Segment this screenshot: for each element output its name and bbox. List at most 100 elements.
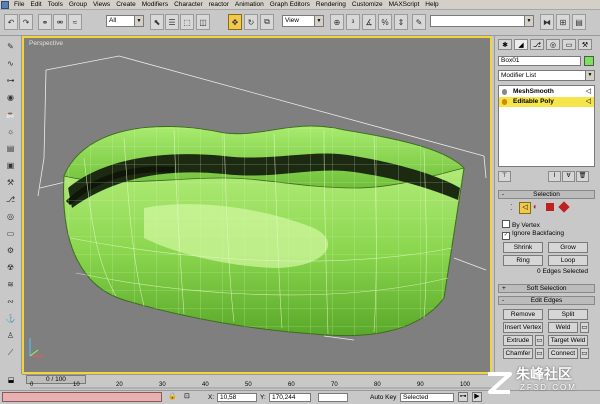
object-color-swatch[interactable]	[584, 56, 594, 66]
wind-icon[interactable]: ∾	[3, 295, 18, 308]
soft-selection-rollout-header[interactable]: + Soft Selection	[498, 284, 595, 293]
layers-icon[interactable]: ▤	[3, 142, 18, 155]
quick-render-icon[interactable]: ☼	[3, 125, 18, 138]
lock-icon[interactable]: 🔒	[168, 392, 180, 402]
menu-graph-editors[interactable]: Graph Editors	[267, 0, 313, 10]
timeline-toggle-icon[interactable]: ⬓	[2, 376, 20, 386]
pin-stack-icon[interactable]: ⊤	[498, 171, 511, 182]
extrude-settings-icon[interactable]: ▭	[535, 335, 544, 346]
motion-tab-icon[interactable]: ◎	[546, 39, 560, 50]
select-move-icon[interactable]: ✥	[228, 14, 242, 30]
menu-maxscript[interactable]: MAXScript	[386, 0, 423, 10]
make-unique-icon[interactable]: ∀	[562, 171, 575, 182]
render-setup-icon[interactable]: ☕	[3, 108, 18, 121]
modify-tab-icon[interactable]: ◢	[514, 39, 528, 50]
utilities-tab-icon[interactable]: ⚒	[578, 39, 592, 50]
menu-reactor[interactable]: reactor	[206, 0, 232, 10]
object-name-field[interactable]: Box01	[498, 56, 581, 66]
hierarchy-tab-icon[interactable]: ⎇	[530, 39, 544, 50]
curve-editor-icon[interactable]: ∿	[3, 57, 18, 70]
edit-named-selection-icon[interactable]: ✎	[412, 14, 426, 30]
element-icon[interactable]	[558, 201, 570, 213]
selection-lock-icon[interactable]: ⊡	[184, 392, 196, 402]
lightbulb-icon[interactable]	[502, 89, 507, 95]
weld-settings-icon[interactable]: ▭	[580, 322, 589, 333]
modifier-list-dropdown[interactable]: Modifier List ▼	[498, 70, 595, 81]
percent-snap-icon[interactable]: %	[378, 14, 392, 30]
layer-manager-icon[interactable]: ▤	[572, 14, 586, 30]
align-icon[interactable]: ⊞	[556, 14, 570, 30]
character-icon[interactable]: ♙	[3, 329, 18, 342]
menu-tools[interactable]: Tools	[45, 0, 66, 10]
extrude-button[interactable]: Extrude	[503, 335, 533, 346]
menu-edit[interactable]: Edit	[27, 0, 44, 10]
angle-snap-icon[interactable]: ∡	[362, 14, 376, 30]
wrench-icon[interactable]: ⚒	[3, 176, 18, 189]
connect-button[interactable]: Connect	[548, 348, 578, 359]
stack-item-meshsmooth[interactable]: MeshSmooth ◁	[499, 87, 594, 97]
shrink-button[interactable]: Shrink	[503, 242, 543, 253]
weld-button[interactable]: Weld	[548, 322, 578, 333]
select-scale-icon[interactable]: ⧉	[260, 14, 274, 30]
remove-button[interactable]: Remove	[503, 309, 543, 320]
perspective-viewport[interactable]: Perspective	[22, 36, 492, 374]
grow-button[interactable]: Grow	[548, 242, 588, 253]
unlink-icon[interactable]: ⚮	[53, 14, 67, 30]
reactor-icon[interactable]: ☢	[3, 261, 18, 274]
ignore-backfacing-checkbox[interactable]: ✓ Ignore Backfacing	[502, 230, 564, 240]
menu-modifiers[interactable]: Modifiers	[139, 0, 171, 10]
stack-item-editable-poly[interactable]: Editable Poly ◁	[499, 97, 594, 107]
auto-key-button[interactable]: Auto Key	[370, 393, 396, 402]
x-coordinate-field[interactable]: 10,58	[217, 393, 257, 402]
menu-help[interactable]: Help	[422, 0, 441, 10]
menu-file[interactable]: File	[11, 0, 27, 10]
bone-icon[interactable]: ⟋	[3, 346, 18, 359]
menu-create[interactable]: Create	[113, 0, 139, 10]
target-weld-button[interactable]: Target Weld	[548, 335, 588, 346]
menu-customize[interactable]: Customize	[349, 0, 386, 10]
motion-icon[interactable]: ◎	[3, 210, 18, 223]
show-end-result-icon[interactable]: I	[548, 171, 561, 182]
vertex-icon[interactable]: ⁚	[510, 203, 513, 212]
create-icon[interactable]: ✎	[3, 40, 18, 53]
window-crossing-icon[interactable]: ◫	[196, 14, 210, 30]
z-coordinate-field[interactable]	[318, 393, 348, 402]
insert-vertex-button[interactable]: Insert Vertex	[503, 322, 543, 333]
border-icon[interactable]: ◐	[533, 202, 538, 211]
box-icon[interactable]: ▣	[3, 159, 18, 172]
remove-modifier-icon[interactable]: 🗑	[576, 171, 589, 182]
hierarchy-icon[interactable]: ⎇	[3, 193, 18, 206]
create-tab-icon[interactable]: ✱	[498, 39, 512, 50]
cloth-icon[interactable]: ≋	[3, 278, 18, 291]
loop-button[interactable]: Loop	[548, 255, 588, 266]
lightbulb-icon[interactable]	[502, 99, 507, 105]
menu-group[interactable]: Group	[66, 0, 90, 10]
undo-icon[interactable]: ↶	[4, 14, 18, 30]
menu-animation[interactable]: Animation	[232, 0, 267, 10]
polygon-icon[interactable]	[546, 203, 554, 211]
script-listener-field[interactable]	[2, 392, 162, 402]
split-button[interactable]: Split	[548, 309, 588, 320]
snap-3d-icon[interactable]: ³	[346, 14, 360, 30]
chamfer-button[interactable]: Chamfer	[503, 348, 533, 359]
y-coordinate-field[interactable]: 170,244	[269, 393, 311, 402]
redo-icon[interactable]: ↷	[19, 14, 33, 30]
set-key-icon[interactable]: ⊶	[458, 392, 468, 402]
spinner-snap-icon[interactable]: ⇕	[394, 14, 408, 30]
schematic-view-icon[interactable]: ⊶	[3, 74, 18, 87]
menu-views[interactable]: Views	[90, 0, 113, 10]
select-link-icon[interactable]: ⚭	[38, 14, 52, 30]
key-mode-dropdown[interactable]: Selected	[400, 393, 454, 402]
display-icon[interactable]: ▭	[3, 227, 18, 240]
edge-icon[interactable]: ◁	[519, 202, 531, 214]
material-editor-icon[interactable]: ◉	[3, 91, 18, 104]
selection-filter-dropdown[interactable]: All ▼	[106, 15, 144, 27]
chamfer-settings-icon[interactable]: ▭	[535, 348, 544, 359]
by-vertex-checkbox[interactable]: By Vertex	[502, 220, 540, 230]
utilities-icon[interactable]: ⚙	[3, 244, 18, 257]
select-object-icon[interactable]: ⬉	[150, 14, 164, 30]
named-selection-field[interactable]: ▼	[430, 15, 534, 27]
app-icon[interactable]	[1, 0, 9, 9]
bind-space-warp-icon[interactable]: ≈	[68, 14, 82, 30]
pivot-center-icon[interactable]: ⊕	[330, 14, 344, 30]
